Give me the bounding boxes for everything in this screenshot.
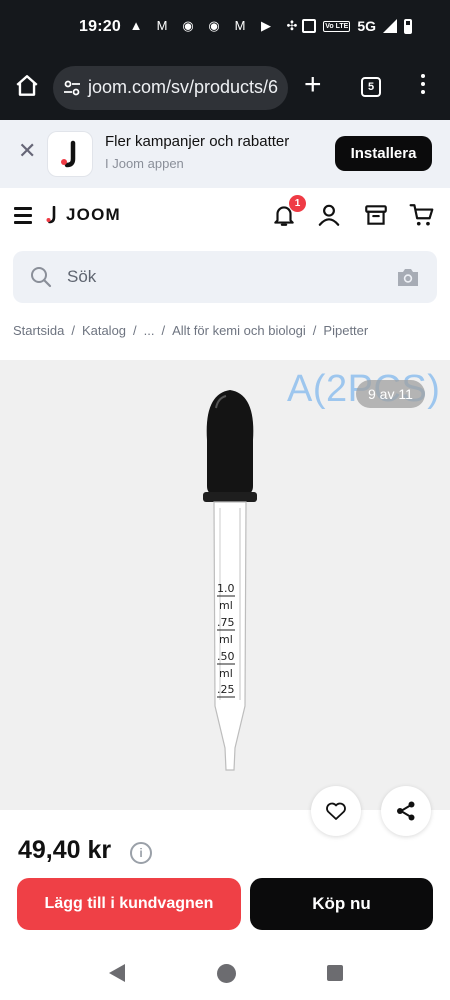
notification-icons: ▲ M ◉ ◉ M ▶ ✣ xyxy=(127,17,301,35)
home-circle-icon[interactable] xyxy=(217,964,236,983)
image-counter: 9 av 11 xyxy=(356,380,425,408)
breadcrumb-ellipsis[interactable]: ... xyxy=(144,323,155,338)
banner-title: Fler kampanjer och rabatter xyxy=(105,133,290,150)
joom-mark-icon xyxy=(46,206,56,224)
address-bar[interactable]: joom.com/sv/products/6 xyxy=(53,66,288,110)
search-icon xyxy=(31,267,52,288)
user-icon[interactable] xyxy=(316,202,342,228)
status-bar: 19:20 ▲ M ◉ ◉ M ▶ ✣ Vo LTE 5G xyxy=(0,0,450,56)
install-button[interactable]: Installera xyxy=(335,136,432,171)
volte-icon: Vo LTE xyxy=(323,20,351,32)
breadcrumb-home[interactable]: Startsida xyxy=(13,323,64,338)
breadcrumb-separator: / xyxy=(133,323,137,338)
close-icon[interactable]: ✕ xyxy=(18,140,36,162)
breadcrumb-separator: / xyxy=(312,323,317,338)
heart-icon xyxy=(326,802,346,820)
system-navigation-bar xyxy=(0,942,450,1000)
breadcrumb-catalog[interactable]: Katalog xyxy=(82,323,126,338)
url-text[interactable]: joom.com/sv/products/6 xyxy=(88,77,278,98)
joom-logo-icon xyxy=(61,140,76,168)
back-icon[interactable] xyxy=(109,964,125,982)
battery-icon xyxy=(404,18,412,34)
nfc-icon xyxy=(302,19,317,33)
tab-switcher-button[interactable]: 5 xyxy=(361,77,381,97)
warning-icon: ▲ xyxy=(129,18,143,33)
orders-box-icon[interactable] xyxy=(363,202,389,228)
buy-now-button[interactable]: Köp nu xyxy=(250,878,433,930)
share-icon xyxy=(397,801,415,821)
search-bar[interactable]: Sök xyxy=(13,251,437,303)
scale-mark: ml xyxy=(219,633,233,646)
pinwheel-icon: ✣ xyxy=(286,18,298,33)
scale-mark: ml xyxy=(219,667,233,680)
browser-toolbar: joom.com/sv/products/6 + 5 xyxy=(0,56,450,120)
chrome-icon: ◉ xyxy=(208,18,220,33)
menu-icon[interactable] xyxy=(14,207,32,224)
product-price: 49,40 kr xyxy=(18,836,112,864)
network-type: 5G xyxy=(357,18,376,34)
cart-icon[interactable] xyxy=(409,202,435,228)
favorite-button[interactable] xyxy=(311,786,361,836)
gmail-icon: M xyxy=(156,18,168,33)
chrome-icon: ◉ xyxy=(182,18,194,33)
more-menu-icon[interactable] xyxy=(420,74,426,98)
scale-mark: .25 xyxy=(217,683,235,696)
home-icon[interactable] xyxy=(14,73,40,99)
scale-mark: ml xyxy=(219,599,233,612)
product-image-gallery[interactable]: A(2PCS) 9 av 11 1.0 ml .75 ml .50 ml .25 xyxy=(0,360,450,810)
system-indicators: Vo LTE 5G xyxy=(302,18,412,34)
scale-mark: .75 xyxy=(217,616,235,629)
camera-icon[interactable] xyxy=(396,266,420,288)
site-header: JOOM 1 xyxy=(0,188,450,244)
breadcrumb-separator: / xyxy=(161,323,166,338)
scale-mark: .50 xyxy=(217,650,235,663)
share-button[interactable] xyxy=(381,786,431,836)
brand-logo[interactable]: JOOM xyxy=(46,205,121,225)
status-time: 19:20 xyxy=(79,18,121,35)
youtube-icon: ▶ xyxy=(261,18,271,33)
breadcrumb-pipettes[interactable]: Pipetter xyxy=(323,323,368,338)
search-input[interactable]: Sök xyxy=(67,267,96,287)
signal-icon xyxy=(383,19,397,33)
info-icon[interactable]: i xyxy=(130,842,152,864)
recent-apps-icon[interactable] xyxy=(327,965,343,981)
scale-mark: 1.0 xyxy=(217,582,235,595)
pipette-image: 1.0 ml .75 ml .50 ml .25 xyxy=(203,390,257,771)
gmail-icon: M xyxy=(234,18,246,33)
app-banner: ✕ Fler kampanjer och rabatter I Joom app… xyxy=(0,120,450,188)
brand-name: JOOM xyxy=(66,205,121,224)
app-logo xyxy=(48,132,92,176)
site-settings-icon[interactable] xyxy=(62,78,82,98)
new-tab-icon[interactable]: + xyxy=(304,70,322,100)
breadcrumb-separator: / xyxy=(71,323,75,338)
breadcrumb: Startsida / Katalog / ... / Allt för kem… xyxy=(13,323,368,338)
breadcrumb-category[interactable]: Allt för kemi och biologi xyxy=(172,323,306,338)
add-to-cart-button[interactable]: Lägg till i kundvagnen xyxy=(17,878,241,930)
notification-badge: 1 xyxy=(289,195,306,212)
banner-subtitle: I Joom appen xyxy=(105,156,184,171)
